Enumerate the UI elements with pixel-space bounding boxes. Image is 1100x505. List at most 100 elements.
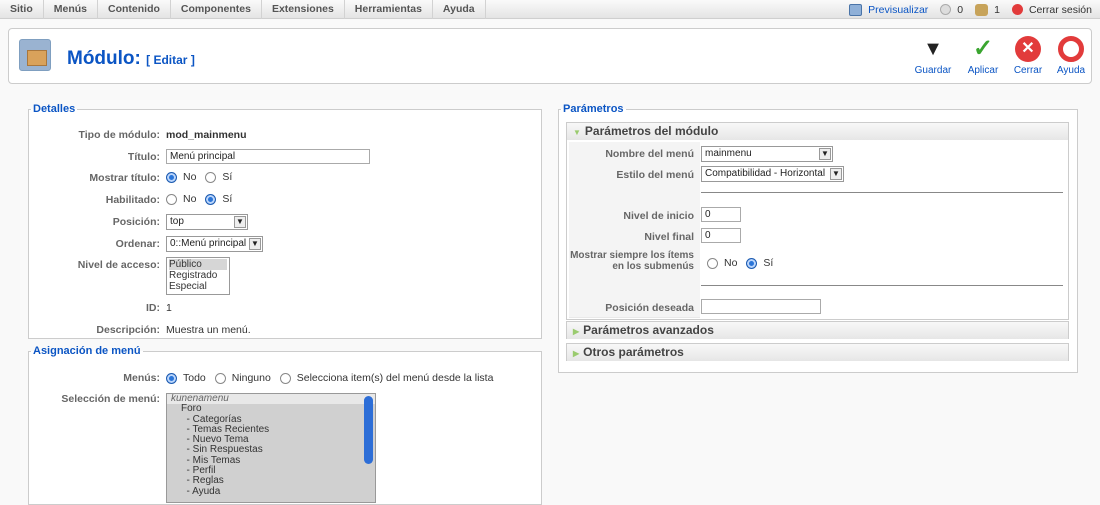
title-input[interactable]: Menú principal: [166, 149, 370, 164]
messages-count[interactable]: 0: [957, 4, 963, 16]
menu-style-select[interactable]: Compatibilidad - Horizontal ▼: [701, 166, 844, 182]
menu-assignment-fieldset: Asignación de menú Menús: Todo Ninguno S…: [28, 345, 542, 505]
access-option-registered[interactable]: Registrado: [169, 270, 227, 281]
menus-all-label: Todo: [183, 372, 206, 385]
show-submenu-items-label: Mostrar siempre los ítems en los submenú…: [567, 250, 694, 272]
close-button[interactable]: ✕ Cerrar: [1006, 36, 1050, 76]
menu-selection-scrollbar[interactable]: [364, 396, 373, 464]
chevron-down-icon: ▼: [830, 168, 842, 180]
other-params-panel[interactable]: ▶ Otros parámetros: [566, 343, 1069, 361]
show-title-radio-group: No Sí: [166, 171, 238, 183]
other-params-title: Otros parámetros: [583, 345, 684, 359]
start-level-label: Nivel de inicio: [623, 210, 694, 222]
menu-extensiones[interactable]: Extensiones: [262, 0, 345, 19]
enabled-yes-radio[interactable]: [205, 193, 217, 205]
show-submenu-no-label: No: [724, 257, 738, 270]
order-select-value: 0::Menú principal: [170, 238, 247, 249]
show-submenu-no-radio[interactable]: [707, 257, 718, 269]
menu-herramientas[interactable]: Herramientas: [345, 0, 433, 19]
module-type-value: mod_mainmenu: [166, 129, 247, 141]
menu-assignment-legend: Asignación de menú: [33, 345, 141, 357]
module-params-header[interactable]: ▼ Parámetros del módulo: [567, 123, 1068, 140]
description-value: Muestra un menú.: [166, 324, 251, 336]
save-label: Guardar: [914, 65, 952, 76]
menu-componentes[interactable]: Componentes: [171, 0, 262, 19]
logout-link[interactable]: Cerrar sesión: [1029, 4, 1092, 16]
save-button[interactable]: ▼ Guardar: [911, 36, 955, 76]
enabled-yes-label: Sí: [222, 193, 233, 206]
id-label: ID:: [146, 302, 160, 314]
access-level-label: Nivel de acceso:: [77, 259, 160, 271]
menu-name-select[interactable]: mainmenu ▼: [701, 146, 833, 162]
page-title: Módulo: [ Editar ]: [67, 48, 195, 70]
module-type-label: Tipo de módulo:: [78, 129, 160, 141]
advanced-params-header[interactable]: ▶ Parámetros avanzados: [567, 322, 1068, 339]
menu-menus[interactable]: Menús: [44, 0, 99, 19]
menu-selection-listbox[interactable]: kunenamenu Foro - Categorías - Temas Rec…: [166, 393, 376, 503]
menu-style-label: Estilo del menú: [616, 169, 694, 181]
page-subtitle: [ Editar ]: [146, 53, 195, 67]
parameters-legend: Parámetros: [563, 103, 624, 115]
top-menu-bar: Sitio Menús Contenido Componentes Extens…: [0, 0, 1100, 19]
access-option-special[interactable]: Especial: [169, 281, 227, 292]
module-params-panel: ▼ Parámetros del módulo Nombre del menú m…: [566, 122, 1069, 320]
menu-item-ayuda[interactable]: - Ayuda: [167, 486, 375, 497]
apply-icon: ✓: [972, 35, 994, 62]
preview-link[interactable]: Previsualizar: [868, 4, 928, 16]
description-label: Descripción:: [96, 324, 160, 336]
enabled-no-label: No: [183, 193, 197, 206]
separator: [701, 192, 1063, 193]
show-title-no-radio[interactable]: [166, 171, 177, 183]
show-submenu-yes-radio[interactable]: [746, 257, 758, 269]
position-select[interactable]: top ▼: [166, 214, 248, 230]
show-submenu-label-line1: Mostrar siempre los ítems: [570, 250, 694, 261]
target-position-input[interactable]: [701, 299, 821, 314]
show-title-label: Mostrar título:: [89, 172, 160, 184]
enabled-radio-group: No Sí: [166, 193, 238, 205]
menu-sitio[interactable]: Sitio: [0, 0, 44, 19]
menu-ayuda[interactable]: Ayuda: [433, 0, 486, 19]
messages-icon: [940, 4, 952, 15]
help-button[interactable]: Ayuda: [1049, 36, 1093, 76]
module-icon: [19, 39, 51, 71]
advanced-params-panel[interactable]: ▶ Parámetros avanzados: [566, 321, 1069, 339]
details-legend: Detalles: [33, 103, 76, 115]
show-title-yes-radio[interactable]: [205, 171, 217, 183]
menus-radio-group: Todo Ninguno Selecciona item(s) del menú…: [166, 372, 499, 384]
chevron-down-icon: ▼: [249, 238, 261, 250]
users-count[interactable]: 1: [994, 4, 1000, 16]
menus-select-label: Selecciona item(s) del menú desde la lis…: [296, 372, 494, 385]
page-title-text: Módulo:: [67, 48, 141, 69]
menu-name-value: mainmenu: [705, 148, 752, 159]
users-icon: [975, 3, 989, 16]
enabled-label: Habilitado:: [105, 194, 160, 206]
apply-label: Aplicar: [967, 65, 999, 76]
end-level-input[interactable]: 0: [701, 228, 741, 243]
help-label: Ayuda: [1056, 65, 1086, 76]
position-select-value: top: [170, 216, 184, 227]
start-level-input[interactable]: 0: [701, 207, 741, 222]
end-level-label: Nivel final: [644, 231, 694, 243]
menus-none-radio[interactable]: [214, 372, 226, 384]
access-level-listbox[interactable]: Público Registrado Especial: [166, 257, 230, 295]
menus-all-radio[interactable]: [166, 372, 177, 384]
menus-none-label: Ninguno: [231, 372, 271, 385]
collapsed-triangle-icon: ▶: [573, 327, 580, 336]
title-label: Título:: [127, 151, 160, 163]
show-submenu-yes-label: Sí: [763, 257, 774, 270]
show-title-no-label: No: [183, 171, 197, 184]
access-option-public[interactable]: Público: [169, 259, 227, 270]
enabled-no-radio[interactable]: [166, 193, 177, 205]
other-params-header[interactable]: ▶ Otros parámetros: [567, 344, 1068, 361]
separator: [701, 285, 1063, 286]
show-title-yes-label: Sí: [222, 171, 233, 184]
order-select[interactable]: 0::Menú principal ▼: [166, 236, 263, 252]
chevron-down-icon: ▼: [234, 216, 246, 228]
save-icon: ▼: [920, 36, 946, 62]
menus-select-radio[interactable]: [279, 372, 291, 384]
show-submenu-radio-group: No Sí: [707, 257, 779, 269]
close-label: Cerrar: [1013, 65, 1043, 76]
position-label: Posición:: [112, 216, 160, 228]
menu-contenido[interactable]: Contenido: [98, 0, 171, 19]
apply-button[interactable]: ✓ Aplicar: [961, 35, 1005, 77]
